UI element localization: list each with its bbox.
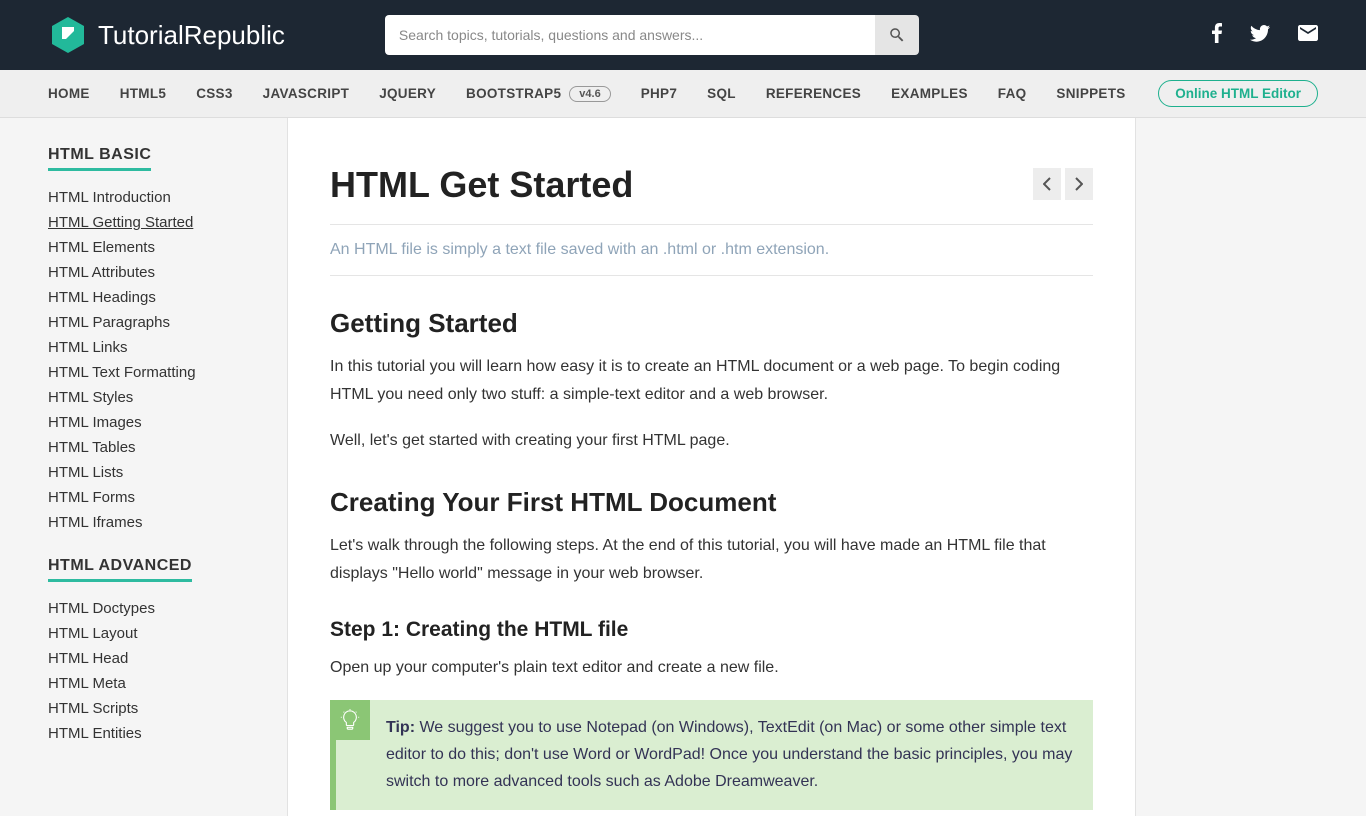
mail-icon[interactable] [1298,25,1318,45]
pager [1033,168,1093,200]
sidebar-item-head[interactable]: HTML Head [48,646,287,671]
paragraph-intro-2: Well, let's get started with creating yo… [330,427,1093,455]
paragraph-creating: Let's walk through the following steps. … [330,532,1093,588]
sidebar-item-styles[interactable]: HTML Styles [48,385,287,410]
header: TutorialRepublic [0,0,1366,70]
nav-snippets[interactable]: SNIPPETS [1056,86,1125,101]
facebook-icon[interactable] [1212,23,1222,47]
paragraph-step1: Open up your computer's plain text edito… [330,654,1093,682]
nav-references[interactable]: REFERENCES [766,86,861,101]
sidebar-item-introduction[interactable]: HTML Introduction [48,185,287,210]
sidebar-basic-section: HTML BASIC HTML Introduction HTML Gettin… [48,146,287,535]
nav-examples[interactable]: EXAMPLES [891,86,968,101]
search-icon [888,26,906,44]
sidebar-item-attributes[interactable]: HTML Attributes [48,260,287,285]
sidebar-item-iframes[interactable]: HTML Iframes [48,510,287,535]
sidebar-item-getting-started[interactable]: HTML Getting Started [48,210,287,235]
nav-faq[interactable]: FAQ [998,86,1027,101]
heading-getting-started: Getting Started [330,308,1093,339]
tip-label: Tip: [386,719,415,736]
sidebar-item-layout[interactable]: HTML Layout [48,621,287,646]
sidebar-item-elements[interactable]: HTML Elements [48,235,287,260]
nav-bootstrap5[interactable]: BOOTSTRAP5 [466,86,561,101]
page-title: HTML Get Started [330,164,1093,206]
online-editor-button[interactable]: Online HTML Editor [1158,80,1318,107]
twitter-icon[interactable] [1250,25,1270,46]
sidebar-item-text-formatting[interactable]: HTML Text Formatting [48,360,287,385]
navbar: HOME HTML5 CSS3 JAVASCRIPT JQUERY BOOTST… [0,70,1366,118]
search-form [385,15,919,55]
heading-step1: Step 1: Creating the HTML file [330,618,1093,642]
sidebar-item-forms[interactable]: HTML Forms [48,485,287,510]
sidebar-item-lists[interactable]: HTML Lists [48,460,287,485]
tip-box: Tip: We suggest you to use Notepad (on W… [330,700,1093,810]
sidebar-basic-heading: HTML BASIC [48,146,151,171]
sidebar-item-doctypes[interactable]: HTML Doctypes [48,596,287,621]
nav-version-badge[interactable]: v4.6 [569,86,610,102]
sidebar-item-scripts[interactable]: HTML Scripts [48,696,287,721]
lightbulb-icon [330,700,370,740]
paragraph-intro-1: In this tutorial you will learn how easy… [330,353,1093,409]
sidebar-item-meta[interactable]: HTML Meta [48,671,287,696]
content-area: HTML Get Started An HTML file is simply … [288,118,1136,816]
chevron-right-icon [1075,177,1083,191]
sidebar-item-images[interactable]: HTML Images [48,410,287,435]
right-gutter [1136,118,1366,816]
sidebar-item-paragraphs[interactable]: HTML Paragraphs [48,310,287,335]
sidebar-item-headings[interactable]: HTML Headings [48,285,287,310]
page-subtitle: An HTML file is simply a text file saved… [330,224,1093,276]
nav-css3[interactable]: CSS3 [196,86,232,101]
search-button[interactable] [875,15,919,55]
sidebar-item-entities[interactable]: HTML Entities [48,721,287,746]
main-container: HTML BASIC HTML Introduction HTML Gettin… [0,118,1366,816]
sidebar: HTML BASIC HTML Introduction HTML Gettin… [0,118,288,816]
chevron-left-icon [1043,177,1051,191]
sidebar-advanced-section: HTML ADVANCED HTML Doctypes HTML Layout … [48,557,287,746]
logo[interactable]: TutorialRepublic [48,15,285,55]
heading-creating-first: Creating Your First HTML Document [330,487,1093,518]
social-links [1212,23,1318,47]
prev-page-button[interactable] [1033,168,1061,200]
sidebar-item-tables[interactable]: HTML Tables [48,435,287,460]
next-page-button[interactable] [1065,168,1093,200]
sidebar-item-links[interactable]: HTML Links [48,335,287,360]
search-input[interactable] [385,15,875,55]
tip-text: We suggest you to use Notepad (on Window… [386,719,1072,790]
sidebar-advanced-heading: HTML ADVANCED [48,557,192,582]
nav-jquery[interactable]: JQUERY [379,86,436,101]
nav-php7[interactable]: PHP7 [641,86,677,101]
nav-javascript[interactable]: JAVASCRIPT [263,86,350,101]
nav-sql[interactable]: SQL [707,86,736,101]
nav-html5[interactable]: HTML5 [120,86,167,101]
brand-text: TutorialRepublic [98,20,285,51]
logo-icon [48,15,88,55]
nav-home[interactable]: HOME [48,86,90,101]
